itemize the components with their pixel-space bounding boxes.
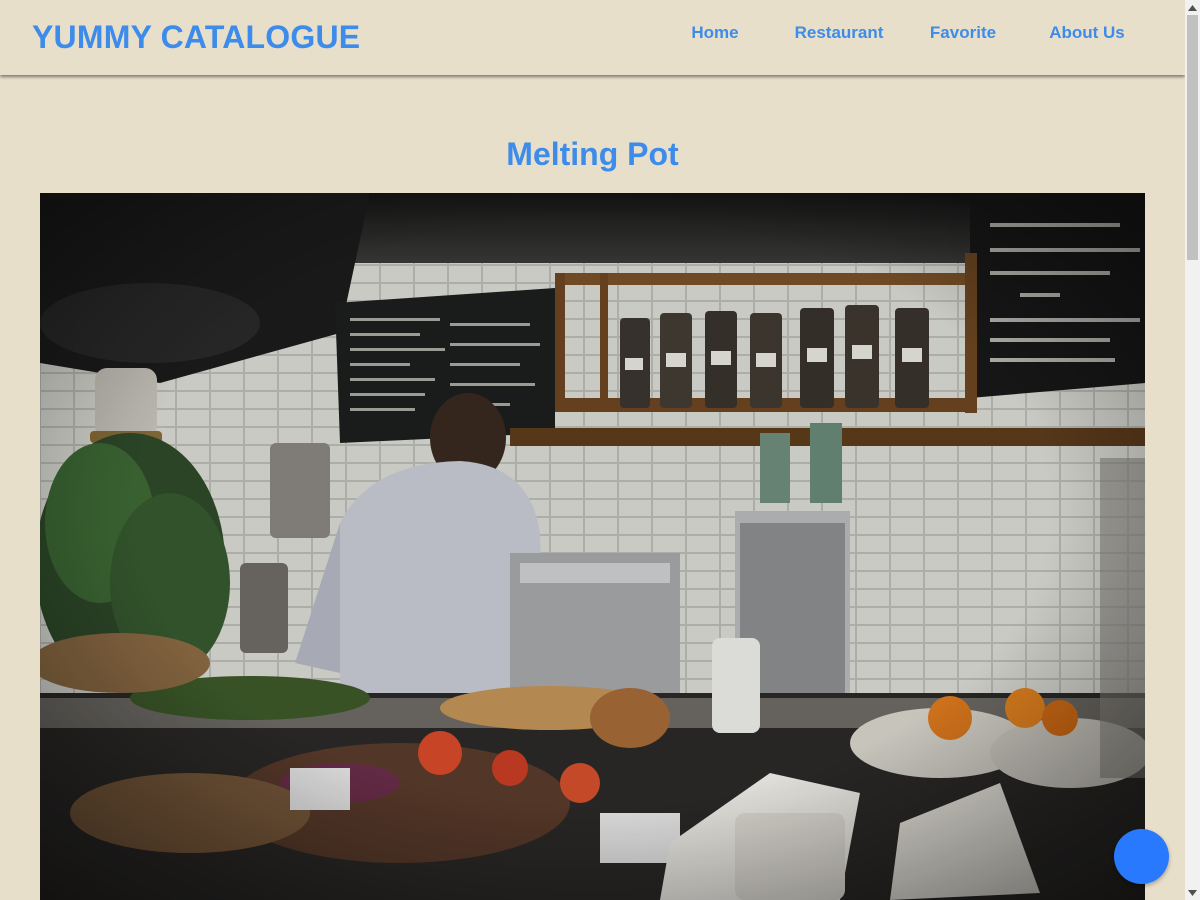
triangle-down-icon xyxy=(1188,889,1197,896)
brand-title[interactable]: YUMMY CATALOGUE xyxy=(32,19,360,56)
nav-link-favorite[interactable]: Favorite xyxy=(901,23,1025,43)
nav-link-about-us[interactable]: About Us xyxy=(1025,23,1149,43)
triangle-up-icon xyxy=(1188,4,1197,11)
main-nav: Home Restaurant Favorite About Us xyxy=(653,0,1149,66)
vertical-scrollbar[interactable] xyxy=(1185,0,1200,900)
nav-link-restaurant[interactable]: Restaurant xyxy=(777,23,901,43)
nav-link-home[interactable]: Home xyxy=(653,23,777,43)
restaurant-photo xyxy=(40,193,1145,900)
scrollbar-thumb[interactable] xyxy=(1187,15,1198,260)
scroll-up-arrow[interactable] xyxy=(1185,0,1200,15)
page: YUMMY CATALOGUE Home Restaurant Favorite… xyxy=(0,0,1200,900)
restaurant-image xyxy=(40,193,1145,900)
floating-action-button[interactable] xyxy=(1114,829,1169,884)
scroll-down-arrow[interactable] xyxy=(1185,885,1200,900)
viewport: YUMMY CATALOGUE Home Restaurant Favorite… xyxy=(0,0,1185,900)
app-bar: YUMMY CATALOGUE Home Restaurant Favorite… xyxy=(0,0,1185,75)
restaurant-name: Melting Pot xyxy=(506,136,679,172)
